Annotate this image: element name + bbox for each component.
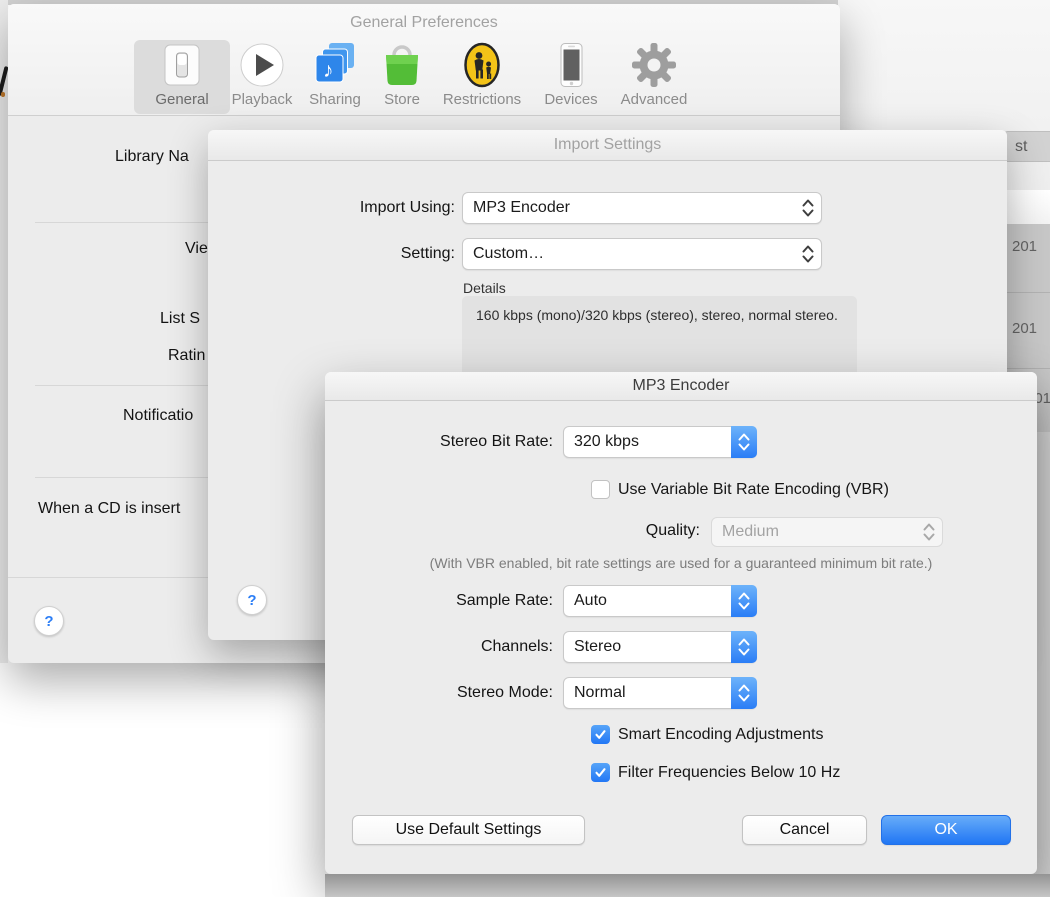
help-button[interactable]: ? (237, 585, 267, 615)
popup-chevrons-icon (731, 631, 757, 663)
setting-select[interactable]: Custom… (462, 238, 822, 270)
quality-value: Medium (712, 523, 916, 541)
cancel-button[interactable]: Cancel (742, 815, 867, 845)
import-using-value: MP3 Encoder (463, 199, 795, 217)
iphone-icon (548, 40, 594, 88)
play-circle-icon (239, 40, 285, 88)
import-settings-titlebar[interactable]: Import Settings (208, 130, 1007, 161)
popup-chevrons-icon (731, 677, 757, 709)
filter-frequencies-checkbox[interactable] (591, 763, 610, 782)
use-default-settings-button[interactable]: Use Default Settings (352, 815, 585, 845)
vbr-note: (With VBR enabled, bit rate settings are… (325, 555, 1037, 571)
help-button[interactable]: ? (34, 606, 64, 636)
toolbar-item-label: General (155, 91, 208, 108)
vbr-checkbox[interactable] (591, 480, 610, 499)
stereo-bit-rate-label: Stereo Bit Rate: (325, 426, 553, 458)
playlist-toggle-label: st (1015, 138, 1027, 156)
sharing-music-icon: ♪ (312, 40, 358, 88)
toolbar-item-advanced[interactable]: Advanced (606, 40, 702, 114)
details-label: Details (463, 280, 506, 296)
popup-chevrons-icon (795, 193, 821, 223)
details-text: 160 kbps (mono)/320 kbps (stereo), stere… (462, 296, 857, 334)
channels-select[interactable]: Stereo (563, 631, 757, 663)
background-bottom-area (325, 874, 1050, 897)
sample-rate-select[interactable]: Auto (563, 585, 757, 617)
mp3-encoder-dialog: MP3 Encoder Stereo Bit Rate: 320 kbps Us… (325, 372, 1037, 874)
stereo-bit-rate-select[interactable]: 320 kbps (563, 426, 757, 458)
playlist-toggle-button[interactable]: st (1002, 131, 1050, 162)
shopping-bag-icon (379, 40, 425, 88)
library-name-label: Library Na (115, 148, 189, 166)
dialog-title: MP3 Encoder (633, 377, 730, 395)
ratings-label: Ratin (168, 347, 205, 365)
dialog-title: Import Settings (554, 136, 662, 154)
popup-chevrons-icon (731, 585, 757, 617)
toolbar-item-devices[interactable]: Devices (523, 40, 619, 114)
light-switch-icon (160, 40, 204, 88)
toolbar-item-restrictions[interactable]: Restrictions (434, 40, 530, 114)
background-left-strip (0, 0, 8, 663)
filter-frequencies-label: Filter Frequencies Below 10 Hz (618, 763, 840, 782)
toolbar-item-label: Advanced (621, 91, 688, 108)
setting-label: Setting: (215, 238, 455, 270)
toolbar-item-label: Devices (544, 91, 597, 108)
toolbar-item-label: Store (384, 91, 420, 108)
background-artwork-fragment (1, 92, 5, 97)
gear-icon (631, 40, 677, 88)
import-using-label: Import Using: (215, 192, 455, 224)
sample-rate-label: Sample Rate: (325, 585, 553, 617)
ok-button[interactable]: OK (881, 815, 1011, 845)
stereo-mode-select[interactable]: Normal (563, 677, 757, 709)
help-button-label: ? (247, 592, 256, 609)
stereo-mode-value: Normal (564, 684, 731, 702)
toolbar-item-label: Restrictions (443, 91, 521, 108)
song-row-year: 201 (1012, 320, 1037, 337)
sample-rate-value: Auto (564, 592, 731, 610)
channels-value: Stereo (564, 638, 731, 656)
views-label: Vie (185, 240, 208, 258)
mp3-encoder-titlebar[interactable]: MP3 Encoder (325, 372, 1037, 401)
parental-restrictions-icon (459, 40, 505, 88)
smart-encoding-checkbox[interactable] (591, 725, 610, 744)
general-preferences-titlebar[interactable]: General Preferences General Playback (8, 4, 840, 116)
song-row-year: 201 (1012, 238, 1037, 255)
stereo-mode-label: Stereo Mode: (325, 677, 553, 709)
list-size-label: List S (160, 310, 200, 328)
checkmark-icon (594, 728, 607, 741)
notifications-label: Notificatio (123, 407, 193, 425)
help-button-label: ? (44, 613, 53, 630)
toolbar-item-label: Playback (232, 91, 293, 108)
quality-label: Quality: (525, 516, 700, 546)
popup-chevrons-icon (731, 426, 757, 458)
vbr-checkbox-label: Use Variable Bit Rate Encoding (VBR) (618, 480, 889, 499)
popup-chevrons-icon (916, 518, 942, 546)
import-using-select[interactable]: MP3 Encoder (462, 192, 822, 224)
dialog-title: General Preferences (8, 14, 840, 32)
when-cd-inserted-label: When a CD is insert (38, 500, 180, 518)
quality-select: Medium (711, 517, 943, 547)
channels-label: Channels: (325, 631, 553, 663)
popup-chevrons-icon (795, 239, 821, 269)
svg-text:♪: ♪ (323, 59, 334, 82)
setting-value: Custom… (463, 245, 795, 263)
stereo-bit-rate-value: 320 kbps (564, 433, 731, 451)
checkmark-icon (594, 766, 607, 779)
smart-encoding-label: Smart Encoding Adjustments (618, 725, 823, 744)
